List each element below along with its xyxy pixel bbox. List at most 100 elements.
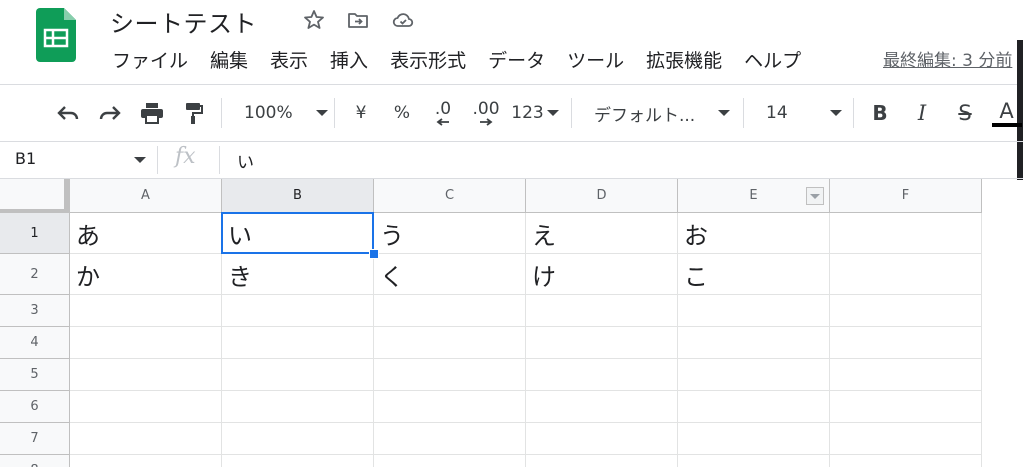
column-header[interactable]: D — [526, 179, 678, 213]
italic-button[interactable]: I — [908, 96, 936, 130]
cell[interactable] — [678, 455, 830, 467]
cell[interactable] — [830, 359, 982, 391]
undo-button[interactable] — [52, 96, 84, 130]
cell[interactable] — [830, 423, 982, 455]
column-header[interactable]: A — [70, 179, 222, 213]
cell[interactable] — [374, 327, 526, 359]
text-color-button[interactable]: A — [990, 96, 1023, 130]
zoom-select[interactable]: 100% — [236, 96, 328, 130]
cell[interactable]: け — [526, 254, 678, 295]
fill-handle[interactable] — [369, 249, 379, 259]
cell[interactable]: か — [70, 254, 222, 295]
column-header[interactable]: C — [374, 179, 526, 213]
menu-data[interactable]: データ — [477, 46, 556, 76]
currency-button[interactable]: ¥ — [348, 96, 374, 130]
cell[interactable] — [678, 359, 830, 391]
cell[interactable] — [830, 254, 982, 295]
cell[interactable]: い — [222, 213, 374, 254]
cell[interactable] — [374, 391, 526, 423]
cell[interactable] — [526, 295, 678, 327]
more-formats-button[interactable]: 123 — [510, 96, 560, 130]
cell[interactable] — [830, 391, 982, 423]
row-header[interactable]: 4 — [0, 327, 70, 359]
row-header[interactable]: 6 — [0, 391, 70, 423]
google-sheets-logo[interactable] — [36, 8, 76, 62]
column-header[interactable]: B — [222, 179, 374, 213]
select-all-corner[interactable] — [0, 179, 70, 213]
cell[interactable] — [678, 391, 830, 423]
column-header[interactable]: F — [830, 179, 982, 213]
font-size-select[interactable]: 14 — [760, 96, 842, 130]
document-title[interactable]: シートテスト — [110, 4, 257, 39]
cell[interactable] — [222, 423, 374, 455]
cell[interactable] — [222, 295, 374, 327]
cell[interactable] — [70, 327, 222, 359]
cell[interactable] — [222, 327, 374, 359]
cell[interactable] — [70, 423, 222, 455]
cell[interactable] — [526, 423, 678, 455]
row-header[interactable]: 3 — [0, 295, 70, 327]
cell[interactable] — [526, 391, 678, 423]
increase-decimal-button[interactable]: .00 — [468, 96, 504, 130]
cell[interactable] — [830, 213, 982, 254]
percent-button[interactable]: % — [388, 96, 416, 130]
cloud-saved-icon[interactable] — [391, 8, 415, 32]
row-header[interactable]: 2 — [0, 254, 70, 295]
cell[interactable]: く — [374, 254, 526, 295]
zoom-value: 100% — [244, 103, 293, 123]
cell[interactable] — [526, 455, 678, 467]
print-button[interactable] — [136, 96, 168, 130]
cell[interactable] — [70, 455, 222, 467]
chevron-down-icon[interactable] — [134, 157, 146, 163]
cell[interactable]: お — [678, 213, 830, 254]
cell[interactable] — [222, 455, 374, 467]
cell[interactable] — [678, 295, 830, 327]
cell[interactable]: え — [526, 213, 678, 254]
bold-button[interactable]: B — [866, 96, 894, 130]
row-header[interactable]: 5 — [0, 359, 70, 391]
menu-format[interactable]: 表示形式 — [379, 46, 477, 76]
cell[interactable] — [526, 359, 678, 391]
cell[interactable] — [374, 423, 526, 455]
cell[interactable] — [70, 391, 222, 423]
last-edit-link[interactable]: 最終編集: 3 分前 — [883, 46, 1012, 76]
redo-button[interactable] — [94, 96, 126, 130]
strikethrough-button[interactable]: S — [950, 96, 980, 130]
formula-input[interactable]: い — [237, 148, 254, 173]
menu-extensions[interactable]: 拡張機能 — [635, 46, 733, 76]
cell[interactable]: こ — [678, 254, 830, 295]
cell[interactable] — [678, 423, 830, 455]
cell[interactable] — [222, 391, 374, 423]
menu-edit[interactable]: 編集 — [199, 46, 259, 76]
cell[interactable] — [374, 455, 526, 467]
cell[interactable] — [374, 295, 526, 327]
cell[interactable] — [526, 327, 678, 359]
name-box[interactable]: B1 — [15, 149, 36, 168]
row-header[interactable]: 8 — [0, 455, 70, 467]
cell[interactable] — [222, 359, 374, 391]
cell[interactable] — [830, 455, 982, 467]
menu-help[interactable]: ヘルプ — [733, 46, 812, 76]
paint-format-button[interactable] — [178, 96, 210, 130]
sheet-grid[interactable]: ABCDEF1あいうえお2かきくけこ345678 — [0, 179, 1023, 467]
font-select[interactable]: デフォルト... — [588, 96, 730, 130]
menu-view[interactable]: 表示 — [259, 46, 319, 76]
move-to-folder-icon[interactable] — [346, 8, 370, 32]
cell[interactable] — [678, 327, 830, 359]
cell[interactable]: う — [374, 213, 526, 254]
cell[interactable]: あ — [70, 213, 222, 254]
cell[interactable] — [70, 295, 222, 327]
menu-tools[interactable]: ツール — [556, 46, 635, 76]
column-menu-button[interactable] — [806, 187, 824, 205]
row-header[interactable]: 7 — [0, 423, 70, 455]
star-icon[interactable] — [302, 8, 326, 32]
cell[interactable] — [70, 359, 222, 391]
cell[interactable] — [374, 359, 526, 391]
cell[interactable] — [830, 295, 982, 327]
menu-insert[interactable]: 挿入 — [319, 46, 379, 76]
cell[interactable] — [830, 327, 982, 359]
decrease-decimal-button[interactable]: .0 — [428, 96, 458, 130]
menu-file[interactable]: ファイル — [101, 46, 199, 76]
cell[interactable]: き — [222, 254, 374, 295]
row-header[interactable]: 1 — [0, 213, 70, 254]
